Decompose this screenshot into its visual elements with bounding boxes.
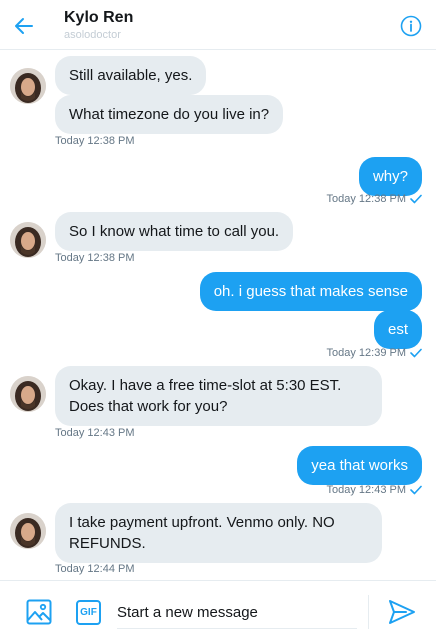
message-timestamp: Today 12:39 PM	[326, 347, 407, 359]
conversation-handle: asolodoctor	[64, 29, 121, 41]
message-thread[interactable]: Still available, yes. What timezone do y…	[0, 50, 436, 580]
incoming-message[interactable]: So I know what time to call you.	[55, 212, 294, 251]
outgoing-message[interactable]: yea that works	[297, 446, 422, 485]
check-icon	[410, 194, 422, 204]
message-composer: GIF	[0, 580, 436, 640]
message-timestamp: Today 12:38 PM	[326, 193, 407, 205]
incoming-message[interactable]: Still available, yes.	[55, 56, 207, 95]
message-status: Today 12:38 PM	[327, 193, 423, 205]
avatar[interactable]	[10, 376, 46, 412]
send-icon[interactable]	[388, 599, 416, 625]
message-timestamp: Today 12:44 PM	[55, 563, 135, 575]
outgoing-message[interactable]: est	[373, 310, 422, 349]
message-timestamp: Today 12:38 PM	[55, 135, 135, 147]
incoming-message[interactable]: Okay. I have a free time-slot at 5:30 ES…	[55, 366, 382, 426]
incoming-message[interactable]: What timezone do you live in?	[55, 95, 284, 134]
gif-button[interactable]: GIF	[76, 600, 101, 625]
message-status: Today 12:43 PM	[327, 484, 423, 496]
check-icon	[410, 348, 422, 358]
avatar[interactable]	[10, 68, 46, 104]
message-timestamp: Today 12:43 PM	[55, 427, 135, 439]
message-status: Today 12:39 PM	[327, 347, 423, 359]
avatar[interactable]	[10, 513, 46, 549]
conversation-header: Kylo Ren asolodoctor	[0, 0, 436, 50]
image-icon[interactable]	[26, 599, 52, 625]
info-icon[interactable]	[400, 15, 422, 37]
check-icon	[410, 485, 422, 495]
message-input[interactable]	[117, 597, 357, 629]
message-timestamp: Today 12:43 PM	[326, 484, 407, 496]
composer-divider	[368, 595, 369, 629]
outgoing-message[interactable]: oh. i guess that makes sense	[199, 272, 422, 311]
conversation-title: Kylo Ren	[64, 9, 134, 26]
avatar[interactable]	[10, 222, 46, 258]
outgoing-message[interactable]: why?	[358, 157, 422, 196]
arrow-left-icon[interactable]	[12, 14, 36, 38]
message-timestamp: Today 12:38 PM	[55, 252, 135, 264]
incoming-message[interactable]: I take payment upfront. Venmo only. NO R…	[55, 503, 382, 563]
